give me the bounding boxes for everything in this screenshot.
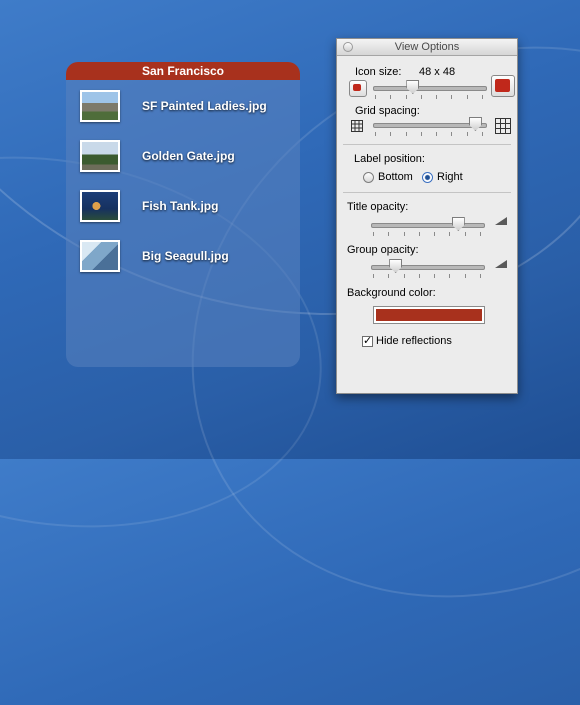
hide-reflections-checkbox[interactable]: ✓ (362, 336, 373, 347)
wide-grid-icon[interactable] (495, 118, 511, 134)
bottom-radio-label[interactable]: Bottom (378, 171, 413, 183)
title-opacity-slider-knob[interactable] (451, 217, 465, 231)
opacity-ramp-icon (495, 260, 507, 268)
file-item[interactable]: Golden Gate.jpg (80, 138, 235, 174)
right-radio[interactable] (422, 172, 433, 183)
icon-size-value: 48 x 48 (419, 66, 456, 78)
title-opacity-slider-track[interactable] (371, 223, 485, 228)
right-radio-label[interactable]: Right (437, 171, 463, 183)
file-name: Golden Gate.jpg (142, 149, 235, 163)
tight-grid-icon[interactable] (351, 120, 363, 132)
group-opacity-slider-track[interactable] (371, 265, 485, 270)
file-name: Big Seagull.jpg (142, 249, 229, 263)
close-button[interactable] (343, 42, 353, 52)
background-color-well[interactable] (373, 306, 485, 324)
photo-thumbnail-icon (80, 90, 120, 122)
label-position-label: Label position: (354, 153, 425, 165)
icon-size-slider-track[interactable] (373, 86, 487, 91)
hide-reflections-label[interactable]: Hide reflections (376, 335, 452, 347)
file-name: Fish Tank.jpg (142, 199, 219, 213)
window-titlebar[interactable]: View Options (337, 39, 517, 56)
photo-thumbnail-icon (80, 140, 120, 172)
separator (343, 144, 511, 145)
color-swatch (376, 309, 482, 321)
file-group-stack[interactable]: San Francisco SF Painted Ladies.jpg Gold… (66, 62, 300, 367)
file-item[interactable]: Big Seagull.jpg (80, 238, 229, 274)
bottom-radio[interactable] (363, 172, 374, 183)
grid-spacing-slider-knob[interactable] (468, 117, 482, 131)
window-title: View Options (394, 41, 460, 53)
icon-size-slider-knob[interactable] (406, 80, 420, 94)
icon-size-label: Icon size: (355, 66, 402, 78)
file-item[interactable]: SF Painted Ladies.jpg (80, 88, 267, 124)
slider-ticks (375, 95, 483, 100)
opacity-ramp-icon (495, 217, 507, 225)
small-icon-size-icon[interactable] (349, 80, 367, 97)
view-options-window: View Options Icon size: 48 x 48 Grid spa… (336, 38, 518, 394)
slider-ticks (375, 132, 483, 137)
photo-thumbnail-icon (80, 190, 120, 222)
title-opacity-label: Title opacity: (347, 201, 409, 213)
slider-ticks (373, 274, 481, 279)
file-name: SF Painted Ladies.jpg (142, 99, 267, 113)
separator (343, 192, 511, 193)
group-opacity-label: Group opacity: (347, 244, 419, 256)
large-icon-size-icon[interactable] (491, 75, 515, 97)
slider-ticks (373, 232, 481, 237)
group-opacity-slider-knob[interactable] (389, 259, 403, 273)
grid-spacing-label: Grid spacing: (355, 105, 420, 117)
photo-thumbnail-icon (80, 240, 120, 272)
group-title[interactable]: San Francisco (66, 62, 300, 80)
background-color-label: Background color: (347, 287, 436, 299)
file-item[interactable]: Fish Tank.jpg (80, 188, 218, 224)
